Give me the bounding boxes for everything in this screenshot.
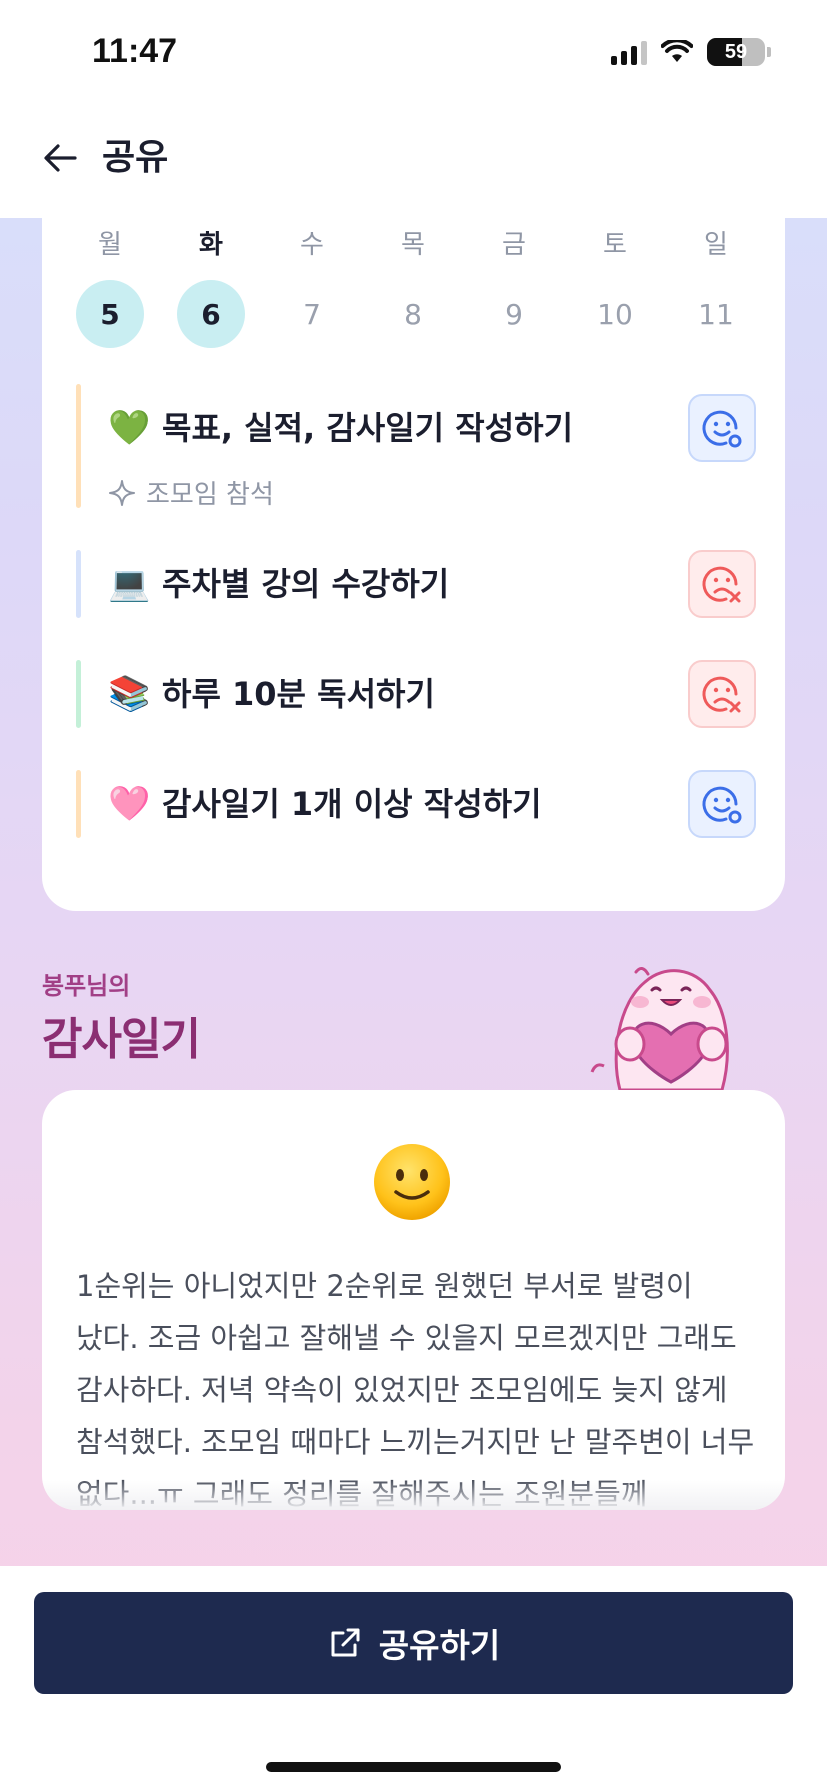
sad-face-x-icon [702,676,741,713]
status-bar: 11:47 59 [0,0,827,108]
date-5[interactable]: 5 [76,280,144,348]
happy-face-check-icon [702,786,742,824]
pink-heart-icon: 🩷 [108,784,151,824]
date-6[interactable]: 6 [177,280,245,348]
task-item: 📚 하루 10분 독서하기 [76,660,756,728]
task-item: 💚 목표, 실적, 감사일기 작성하기 조모임 참석 [76,384,756,511]
task-title: 목표, 실적, 감사일기 작성하기 [162,409,574,447]
laptop-icon: 💻 [108,564,151,604]
battery-level: 59 [724,40,748,63]
home-indicator [266,1762,561,1772]
date-8[interactable]: 8 [379,280,447,348]
mascot-holding-heart-icon [590,967,729,1090]
task-title: 주차별 강의 수강하기 [162,565,450,603]
task-color-bar [76,384,81,508]
day-label-sun: 일 [704,230,728,260]
weekly-goal-card: 월 화 수 목 금 토 일 5 6 7 8 9 10 11 💚 목표, 실적, … [42,160,785,911]
page-title: 공유 [102,137,169,178]
date-10[interactable]: 10 [581,280,649,348]
day-label-thu: 목 [401,230,425,260]
task-title: 감사일기 1개 이상 작성하기 [162,785,542,823]
journal-fade [42,1480,785,1510]
task-item: 🩷 감사일기 1개 이상 작성하기 [76,770,756,838]
happy-face-check-icon [702,410,742,448]
status-icons: 59 [611,38,771,66]
battery-icon: 59 [707,38,765,66]
task-status-button[interactable] [688,770,756,838]
task-title: 하루 10분 독서하기 [162,675,435,713]
day-label-wed: 수 [300,230,324,260]
date-11[interactable]: 11 [682,280,750,348]
app-header: 공유 [0,108,827,218]
task-item: 💻 주차별 강의 수강하기 [76,550,756,618]
sparkle-icon [109,479,135,506]
day-label-mon: 월 [98,230,122,260]
task-color-bar [76,550,81,618]
share-button[interactable]: 공유하기 [34,1592,793,1694]
task-status-button[interactable] [688,660,756,728]
share-button-label: 공유하기 [378,1626,501,1665]
task-status-button[interactable] [688,394,756,462]
task-status-button[interactable] [688,550,756,618]
subtask-label: 조모임 참석 [146,480,274,510]
journal-header: 봉푸님의 감사일기 [42,966,201,1067]
books-icon: 📚 [108,674,151,714]
status-time: 11:47 [92,32,178,70]
date-7[interactable]: 7 [278,280,346,348]
bottom-action-bar: 공유하기 [0,1566,827,1790]
green-heart-icon: 💚 [108,408,151,448]
journal-title: 감사일기 [42,1014,201,1065]
back-button[interactable] [38,136,82,180]
task-color-bar [76,770,81,838]
journal-card: 1순위는 아니었지만 2순위로 원했던 부서로 발령이 났다. 조금 아쉽고 잘… [42,1090,785,1510]
sad-face-x-icon [702,566,741,603]
external-link-icon [331,1628,360,1657]
task-subtask: 조모임 참석 [108,474,274,511]
day-label-tue: 화 [199,230,223,260]
date-9[interactable]: 9 [480,280,548,348]
journal-body: 1순위는 아니었지만 2순위로 원했던 부서로 발령이 났다. 조금 아쉽고 잘… [76,1269,755,1510]
cellular-signal-icon [611,39,647,65]
task-color-bar [76,660,81,728]
arrow-left-icon [44,144,77,172]
day-label-sat: 토 [603,230,627,260]
smiling-face-icon [374,1144,450,1220]
week-calendar: 월 화 수 목 금 토 일 5 6 7 8 9 10 11 [42,210,785,348]
day-label-fri: 금 [502,230,526,260]
wifi-icon [661,40,693,62]
journal-owner: 봉푸님의 [42,972,131,1000]
